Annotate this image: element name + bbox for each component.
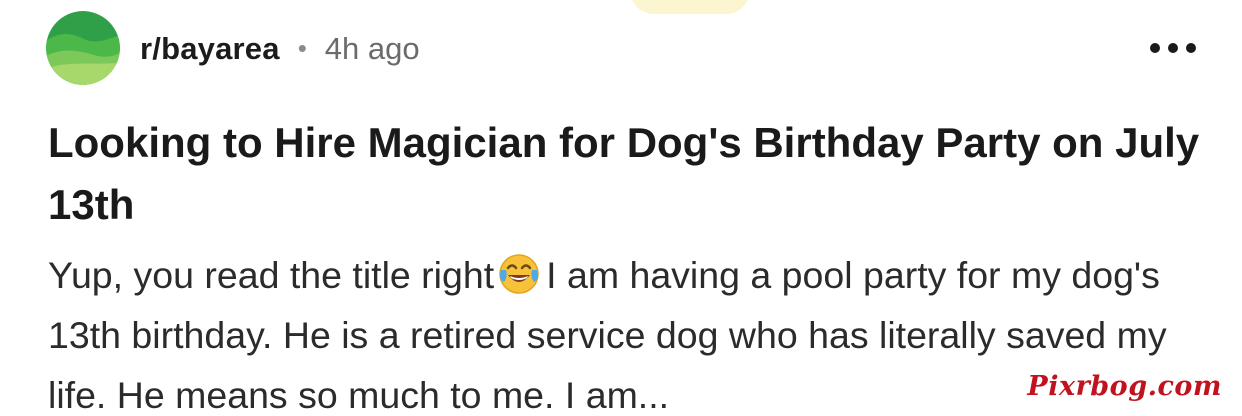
subreddit-link[interactable]: r/bayarea — [140, 33, 280, 64]
community-landscape-icon — [46, 11, 120, 85]
watermark-text: Pixrbog.com — [1025, 371, 1224, 402]
more-dot — [1168, 43, 1178, 53]
community-avatar[interactable] — [46, 11, 120, 85]
reddit-post-card: r/bayarea • 4h ago Looking to Hire Magic… — [0, 0, 1242, 416]
more-dot — [1186, 43, 1196, 53]
post-title[interactable]: Looking to Hire Magician for Dog's Birth… — [48, 112, 1208, 236]
post-header: r/bayarea • 4h ago — [46, 10, 1196, 86]
tears-of-joy-emoji-icon — [499, 254, 539, 294]
more-options-icon[interactable] — [1150, 36, 1196, 60]
more-dot — [1150, 43, 1160, 53]
post-body-text-start: Yup, you read the title right — [48, 254, 495, 296]
meta-separator: • — [297, 33, 307, 63]
post-meta: r/bayarea • 4h ago — [140, 33, 420, 64]
post-timestamp: 4h ago — [324, 30, 420, 66]
